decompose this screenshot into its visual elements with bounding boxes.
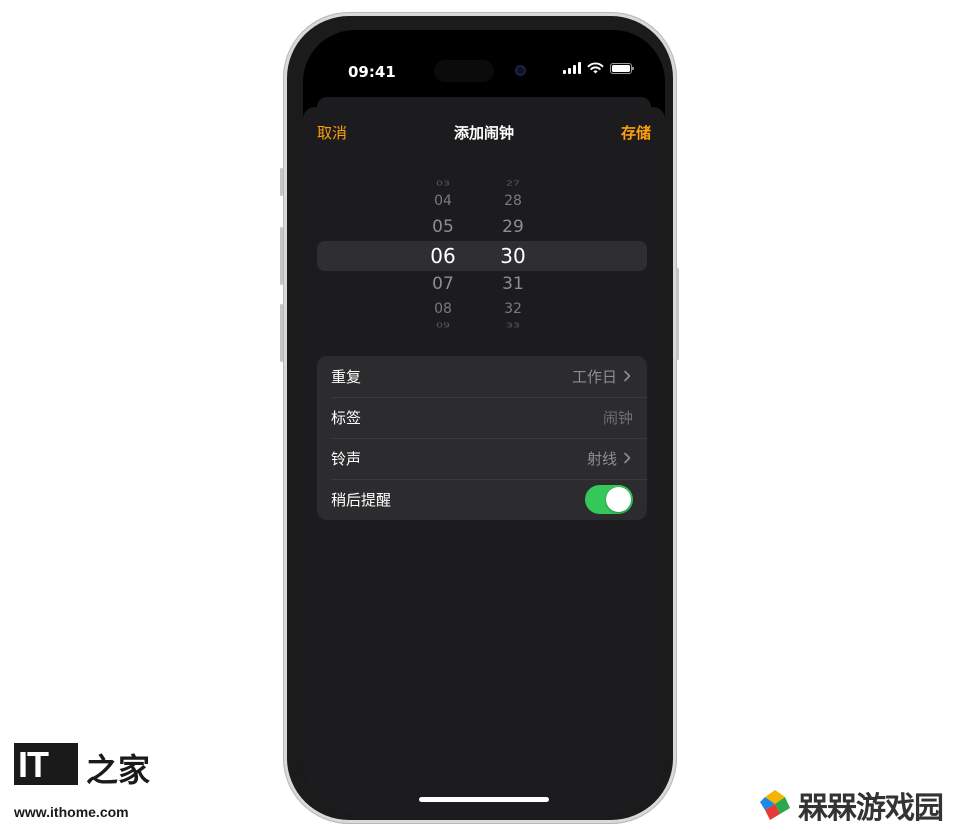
snooze-toggle[interactable] xyxy=(585,485,633,514)
hour-option[interactable]: 08 xyxy=(418,301,468,317)
game-site-logo-icon xyxy=(760,790,790,820)
status-time: 09:41 xyxy=(348,63,396,81)
chevron-right-icon xyxy=(624,370,631,382)
home-indicator[interactable] xyxy=(419,797,549,802)
ithome-logo-box: IT xyxy=(14,743,78,785)
minute-option[interactable]: 32 xyxy=(488,301,538,317)
front-camera xyxy=(515,65,526,76)
alarm-settings-list: 重复 工作日 标签 闹钟 铃声 射线 稍后提醒 xyxy=(317,356,647,520)
game-site-name: 槑槑游戏园 xyxy=(798,791,944,826)
ithome-url: www.ithome.com xyxy=(14,804,129,820)
status-icons xyxy=(563,62,634,74)
minute-option[interactable]: 29 xyxy=(488,217,538,237)
hour-option[interactable]: 04 xyxy=(418,193,468,209)
phone-frame: 09:41 取消 添加闹钟 存储 03 04 05 06 07 08 09 27… xyxy=(283,12,677,824)
phone-screen: 09:41 取消 添加闹钟 存储 03 04 05 06 07 08 09 27… xyxy=(303,30,665,814)
hour-option[interactable]: 05 xyxy=(418,217,468,237)
repeat-value: 工作日 xyxy=(571,368,617,386)
ithome-logo-chars: 之家 xyxy=(86,751,151,789)
repeat-row[interactable]: 重复 工作日 xyxy=(317,356,647,397)
repeat-label: 重复 xyxy=(331,368,362,386)
game-site-watermark: 槑槑游戏园 xyxy=(758,783,944,827)
hour-option[interactable]: 07 xyxy=(418,274,468,294)
picker-selection-band xyxy=(317,241,647,271)
power-button xyxy=(676,268,679,360)
label-label: 标签 xyxy=(331,409,362,427)
sound-value: 射线 xyxy=(586,450,617,468)
time-picker[interactable]: 03 04 05 06 07 08 09 27 28 29 30 31 32 3… xyxy=(303,175,665,337)
hour-wheel[interactable]: 03 04 05 06 07 08 09 xyxy=(418,175,468,337)
action-button xyxy=(280,168,283,196)
phone-bezel: 09:41 取消 添加闹钟 存储 03 04 05 06 07 08 09 27… xyxy=(287,16,673,820)
page-title: 添加闹钟 xyxy=(453,124,514,142)
label-input[interactable]: 闹钟 xyxy=(603,407,633,428)
sound-row[interactable]: 铃声 射线 xyxy=(317,438,647,479)
cellular-signal-icon xyxy=(563,62,581,74)
minute-wheel[interactable]: 27 28 29 30 31 32 33 xyxy=(488,175,538,337)
hour-option-selected[interactable]: 06 xyxy=(418,244,468,268)
toggle-knob xyxy=(606,487,631,512)
battery-icon xyxy=(610,62,634,74)
wifi-icon xyxy=(587,62,604,74)
dynamic-island xyxy=(434,60,494,82)
snooze-row: 稍后提醒 xyxy=(317,479,647,520)
minute-option[interactable]: 33 xyxy=(488,322,538,330)
label-row[interactable]: 标签 闹钟 xyxy=(317,397,647,438)
volume-down-button xyxy=(280,304,283,362)
hour-option[interactable]: 03 xyxy=(418,180,468,188)
sound-label: 铃声 xyxy=(331,450,362,468)
add-alarm-sheet: 取消 添加闹钟 存储 03 04 05 06 07 08 09 27 28 29… xyxy=(303,107,665,814)
minute-option[interactable]: 27 xyxy=(488,180,538,188)
nav-bar: 取消 添加闹钟 存储 xyxy=(303,107,665,157)
ithome-logo-letters: IT xyxy=(18,744,49,785)
save-button[interactable]: 存储 xyxy=(621,122,651,143)
hour-option[interactable]: 09 xyxy=(418,322,468,330)
chevron-right-icon xyxy=(624,452,631,464)
minute-option-selected[interactable]: 30 xyxy=(488,244,538,268)
minute-option[interactable]: 28 xyxy=(488,193,538,209)
minute-option[interactable]: 31 xyxy=(488,274,538,294)
snooze-label: 稍后提醒 xyxy=(331,491,392,509)
volume-up-button xyxy=(280,227,283,285)
